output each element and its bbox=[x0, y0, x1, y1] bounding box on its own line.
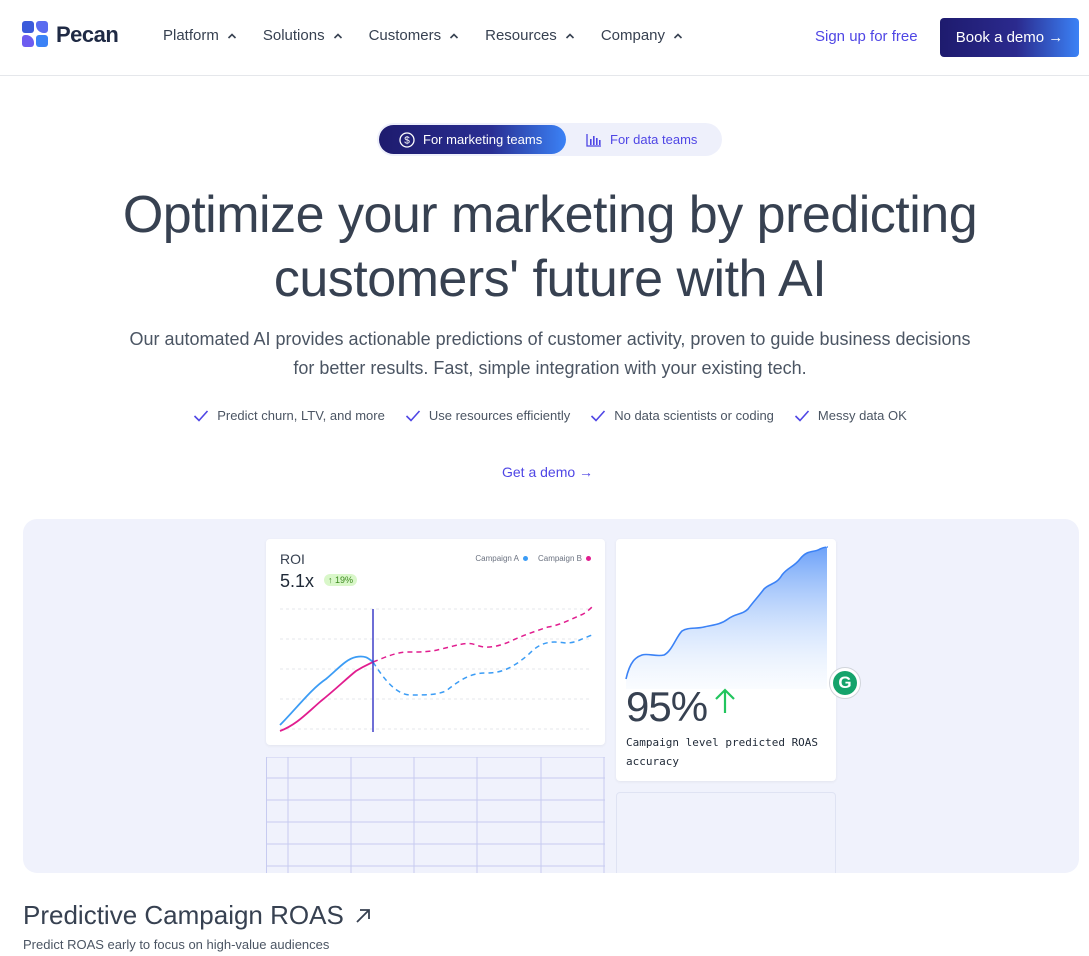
legend-label: Campaign B bbox=[537, 554, 582, 563]
legend-item-campaign-b: Campaign B bbox=[538, 554, 591, 563]
arrow-up-right-icon bbox=[356, 908, 370, 923]
arrow-up-icon bbox=[715, 688, 735, 713]
hero-title: Optimize your marketing by predicting cu… bbox=[0, 183, 1089, 311]
benefit-label: No data scientists or coding bbox=[614, 408, 774, 423]
hero-title-line2: customers' future with AI bbox=[273, 250, 827, 308]
benefit-label: Predict churn, LTV, and more bbox=[217, 408, 385, 423]
toggle-inactive-label: For data teams bbox=[610, 132, 698, 147]
hero-subtitle: Our automated AI provides actionable pre… bbox=[100, 325, 1000, 383]
accuracy-card: 95% Campaign level predicted ROAS accura… bbox=[616, 539, 836, 781]
chevron-up-icon bbox=[333, 32, 342, 39]
grammarly-button[interactable]: G bbox=[829, 667, 861, 699]
feature-subtitle: Predict ROAS early to focus on high-valu… bbox=[23, 937, 330, 952]
chevron-up-icon bbox=[227, 32, 236, 39]
table-grid-illustration bbox=[266, 757, 605, 873]
menu-label: Company bbox=[600, 27, 666, 44]
menu-company[interactable]: Company bbox=[601, 27, 683, 44]
checkmark-icon bbox=[591, 409, 606, 422]
chevron-up-icon bbox=[673, 32, 683, 39]
svg-text:$: $ bbox=[404, 135, 410, 146]
book-demo-button[interactable]: Book a demo → bbox=[940, 18, 1079, 57]
roi-card: ROI 5.1x ↑ 19% Campaign A Campaign B bbox=[266, 539, 605, 745]
accuracy-value: 95% bbox=[626, 683, 708, 730]
legend-label: Campaign A bbox=[475, 554, 519, 563]
main-menu: Platform Solutions Customers Resources C… bbox=[163, 27, 709, 44]
benefit-item: Messy data OK bbox=[794, 408, 907, 423]
roi-legend: Campaign A Campaign B bbox=[475, 554, 591, 563]
menu-label: Customers bbox=[368, 27, 442, 44]
menu-customers[interactable]: Customers bbox=[369, 27, 460, 44]
toggle-data-teams[interactable]: For data teams bbox=[586, 125, 697, 154]
legend-dot bbox=[586, 556, 591, 562]
hero-subtitle-line2: for better results. Fast, simple integra… bbox=[293, 358, 807, 378]
top-nav: Pecan Platform Solutions Customers Resou… bbox=[0, 0, 1089, 76]
legend-dot bbox=[522, 556, 528, 562]
menu-solutions[interactable]: Solutions bbox=[263, 27, 343, 44]
hero-subtitle-line1: Our automated AI provides actionable pre… bbox=[129, 329, 971, 349]
feature-title-text: Predictive Campaign ROAS bbox=[23, 900, 344, 930]
menu-resources[interactable]: Resources bbox=[485, 27, 575, 44]
get-demo-link[interactable]: Get a demo → bbox=[502, 464, 593, 480]
placeholder-card bbox=[616, 792, 836, 873]
menu-label: Resources bbox=[485, 27, 557, 44]
bar-chart-icon bbox=[586, 133, 601, 147]
benefit-item: No data scientists or coding bbox=[590, 408, 774, 423]
menu-label: Solutions bbox=[262, 27, 325, 44]
benefit-item: Use resources efficiently bbox=[405, 408, 570, 423]
benefit-item: Predict churn, LTV, and more bbox=[193, 408, 385, 423]
toggle-active-label: For marketing teams bbox=[423, 132, 543, 147]
benefit-list: Predict churn, LTV, and more Use resourc… bbox=[0, 408, 1089, 423]
toggle-marketing-teams[interactable]: $ For marketing teams bbox=[379, 125, 566, 154]
chevron-up-icon bbox=[565, 32, 574, 39]
pecan-logo-icon bbox=[22, 21, 50, 49]
feature-title[interactable]: Predictive Campaign ROAS bbox=[23, 900, 372, 931]
logo-text: Pecan bbox=[56, 22, 119, 47]
roi-label: ROI bbox=[280, 551, 305, 567]
checkmark-icon bbox=[405, 409, 420, 422]
chevron-up-icon bbox=[450, 32, 459, 39]
feature-preview-panel: ROI 5.1x ↑ 19% Campaign A Campaign B 95%… bbox=[23, 519, 1079, 873]
menu-label: Platform bbox=[163, 27, 219, 44]
accuracy-area-illustration bbox=[625, 546, 828, 689]
grammarly-icon: G bbox=[833, 671, 857, 695]
hero-title-line1: Optimize your marketing by predicting bbox=[122, 186, 978, 244]
logo[interactable]: Pecan bbox=[22, 21, 119, 49]
audience-toggle: $ For marketing teams For data teams bbox=[377, 123, 722, 156]
accuracy-label: Campaign level predicted ROAS accuracy bbox=[626, 736, 819, 768]
benefit-label: Messy data OK bbox=[817, 408, 907, 423]
legend-item-campaign-a: Campaign A bbox=[475, 554, 528, 563]
checkmark-icon bbox=[794, 409, 810, 422]
dollar-circle-icon: $ bbox=[399, 131, 415, 148]
menu-platform[interactable]: Platform bbox=[163, 27, 237, 44]
roi-change-badge: ↑ 19% bbox=[324, 574, 358, 586]
roi-line-illustration bbox=[279, 606, 593, 732]
signup-link[interactable]: Sign up for free bbox=[815, 28, 918, 45]
roi-value: 5.1x bbox=[280, 571, 315, 591]
benefit-label: Use resources efficiently bbox=[428, 408, 571, 423]
checkmark-icon bbox=[194, 409, 209, 422]
